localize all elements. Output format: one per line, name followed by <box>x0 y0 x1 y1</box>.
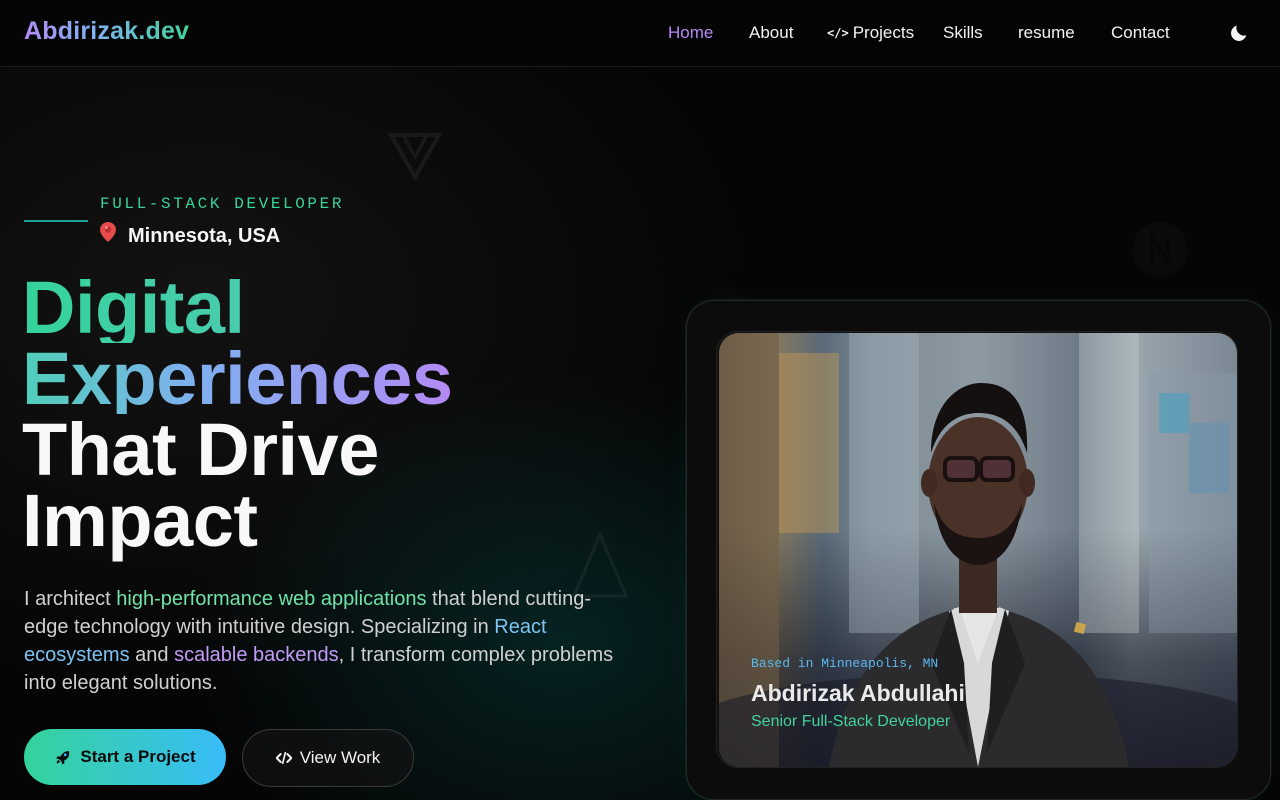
profile-location: Based in Minneapolis, MN <box>751 656 939 671</box>
hero-headline: Digital Experiences That Drive Impact <box>22 271 453 562</box>
profile-role: Senior Full-Stack Developer <box>751 713 951 730</box>
profile-name: Abdirizak Abdullahi <box>751 680 965 706</box>
lead-text: and <box>129 644 175 666</box>
nav-link-contact[interactable]: Contact <box>1111 23 1170 43</box>
headline-line-1: Digital <box>22 271 453 345</box>
location-label: Minnesota, USA <box>100 222 280 248</box>
nav-link-resume[interactable]: resume <box>1018 23 1075 43</box>
lead-highlight-backends: scalable backends <box>174 644 339 666</box>
pin-icon <box>100 222 120 248</box>
nav-link-projects-label: Projects <box>852 23 915 42</box>
nav-link-projects[interactable]: </> Projects <box>827 23 914 43</box>
site-logo[interactable]: Abdirizak.dev <box>24 17 189 46</box>
headline-line-2: Experiences <box>22 337 453 420</box>
moon-icon <box>1231 25 1247 41</box>
code-icon: </> <box>827 26 849 40</box>
nav-link-about[interactable]: About <box>749 23 793 43</box>
top-navbar: Abdirizak.dev Home About </> Projects Ski… <box>0 0 1280 67</box>
view-work-label: View Work <box>299 748 381 767</box>
lead-text: I architect <box>24 588 117 610</box>
lead-highlight-web-apps: high-performance web applications <box>116 588 427 610</box>
rocket-icon <box>56 751 70 765</box>
eyebrow-divider <box>24 220 88 222</box>
nav-link-home[interactable]: Home <box>668 23 713 43</box>
theme-toggle-button[interactable] <box>1228 22 1250 44</box>
location-text: Minnesota, USA <box>128 225 281 247</box>
hero-description: I architect high-performance web applica… <box>24 585 624 697</box>
role-eyebrow: FULL-STACK DEVELOPER <box>100 195 345 213</box>
view-work-button[interactable]: View Work <box>242 729 414 787</box>
nav-link-skills[interactable]: Skills <box>943 23 983 43</box>
headline-line-3: That Drive <box>22 408 379 491</box>
background-logo-icon <box>387 133 443 182</box>
code-icon <box>275 751 292 765</box>
nextjs-logo-icon <box>1132 222 1188 278</box>
start-project-label: Start a Project <box>80 747 196 766</box>
start-project-button[interactable]: Start a Project <box>24 729 226 785</box>
headline-line-4: Impact <box>22 479 258 562</box>
